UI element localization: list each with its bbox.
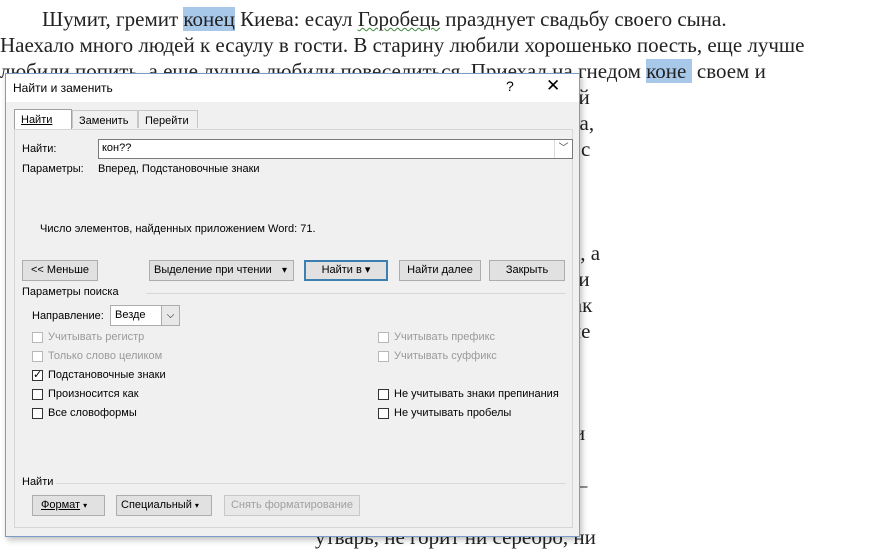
checkbox-label[interactable]: Не учитывать пробелы — [394, 407, 511, 419]
find-panel — [14, 129, 573, 528]
checkbox-label: Учитывать префикс — [394, 331, 496, 343]
reading-highlight-label: Выделение при чтении — [154, 264, 272, 276]
find-label: Найти: — [22, 143, 57, 155]
checkbox — [378, 351, 389, 362]
dropdown-arrow-icon: ▾ — [194, 501, 199, 510]
checkbox-label: Учитывать регистр — [48, 331, 145, 343]
checkbox-label: Учитывать суффикс — [394, 350, 497, 362]
checkbox[interactable] — [32, 389, 43, 400]
text-run: Горобець — [357, 7, 441, 31]
text-run: Шумит, гремит — [0, 7, 184, 31]
close-icon[interactable]: ✕ — [546, 76, 560, 96]
tab-find-label: Найти — [21, 114, 53, 126]
close-button[interactable]: Закрыть — [489, 260, 565, 281]
chevron-down-icon: ⌵ — [161, 306, 179, 325]
checkbox-label[interactable]: Произносится как — [48, 388, 139, 400]
params-value: Вперед, Подстановочные знаки — [98, 163, 260, 175]
checkbox — [378, 332, 389, 343]
divider — [56, 483, 566, 484]
find-in-label: Найти в — [321, 264, 362, 276]
search-options-header: Параметры поиска — [22, 286, 119, 298]
checkbox — [32, 332, 43, 343]
direction-select[interactable]: Везде ⌵ — [110, 305, 180, 326]
checkbox-label[interactable]: Подстановочные знаки — [48, 369, 166, 381]
reading-highlight-button[interactable]: Выделение при чтении ▾ — [149, 260, 294, 281]
search-match: коне — [646, 59, 692, 83]
dialog-titlebar: Найти и заменить ? ✕ — [6, 74, 579, 102]
checkbox[interactable] — [32, 368, 43, 381]
checkbox-label[interactable]: Все словоформы — [48, 407, 137, 419]
find-in-button[interactable]: Найти в ▾ — [304, 260, 388, 281]
dropdown-arrow-icon: ▾ — [83, 501, 88, 510]
checkbox[interactable] — [378, 408, 389, 419]
found-count-text: Число элементов, найденных приложением W… — [40, 223, 316, 235]
tab-find[interactable]: Найти — [14, 109, 72, 130]
text-run: своем и — [691, 59, 766, 83]
tab-goto-label: Перейти — [145, 115, 189, 127]
divider — [146, 293, 566, 294]
tab-replace-label: Заменить — [79, 115, 129, 127]
document-line: Шумит, гремит конец Киева: есаул Горобец… — [0, 6, 896, 32]
direction-label: Направление: — [32, 310, 104, 322]
less-button[interactable]: << Меньше — [22, 260, 98, 281]
special-label: Специальный — [121, 499, 192, 511]
dialog-title: Найти и заменить — [13, 81, 113, 95]
find-next-button[interactable]: Найти далее — [399, 260, 481, 281]
text-run: Наехало много людей к есаулу в гости. В … — [0, 33, 805, 57]
params-label: Параметры: — [22, 163, 84, 175]
find-input-value: кон?? — [102, 142, 132, 154]
checkbox-label: Только слово целиком — [48, 350, 163, 362]
search-match: конец — [183, 7, 235, 31]
find-input[interactable]: кон?? ﹀ — [98, 139, 573, 159]
format-button[interactable]: Формат ▾ — [32, 495, 105, 516]
checkbox[interactable] — [378, 389, 389, 400]
special-button[interactable]: Специальный ▾ — [116, 495, 212, 516]
help-button[interactable]: ? — [506, 78, 514, 94]
find-section-header: Найти — [22, 476, 54, 488]
direction-value: Везде — [115, 309, 146, 321]
dropdown-arrow-icon: ▾ — [276, 261, 293, 280]
text-run: празднует свадьбу своего сына. — [440, 7, 727, 31]
chevron-down-icon[interactable]: ﹀ — [554, 140, 572, 158]
tab-goto[interactable]: Перейти — [138, 110, 198, 128]
tab-replace[interactable]: Заменить — [72, 110, 138, 128]
clear-formatting-button: Снять форматирование — [224, 495, 360, 516]
document-line: Наехало много людей к есаулу в гости. В … — [0, 32, 896, 58]
checkbox[interactable] — [32, 408, 43, 419]
format-label: Формат — [41, 499, 81, 511]
checkbox-label[interactable]: Не учитывать знаки препинания — [394, 388, 559, 400]
checkbox — [32, 351, 43, 362]
find-replace-dialog: Найти и заменить ? ✕ Найти Заменить Пере… — [5, 73, 580, 537]
text-run: Киева: есаул — [234, 7, 358, 31]
